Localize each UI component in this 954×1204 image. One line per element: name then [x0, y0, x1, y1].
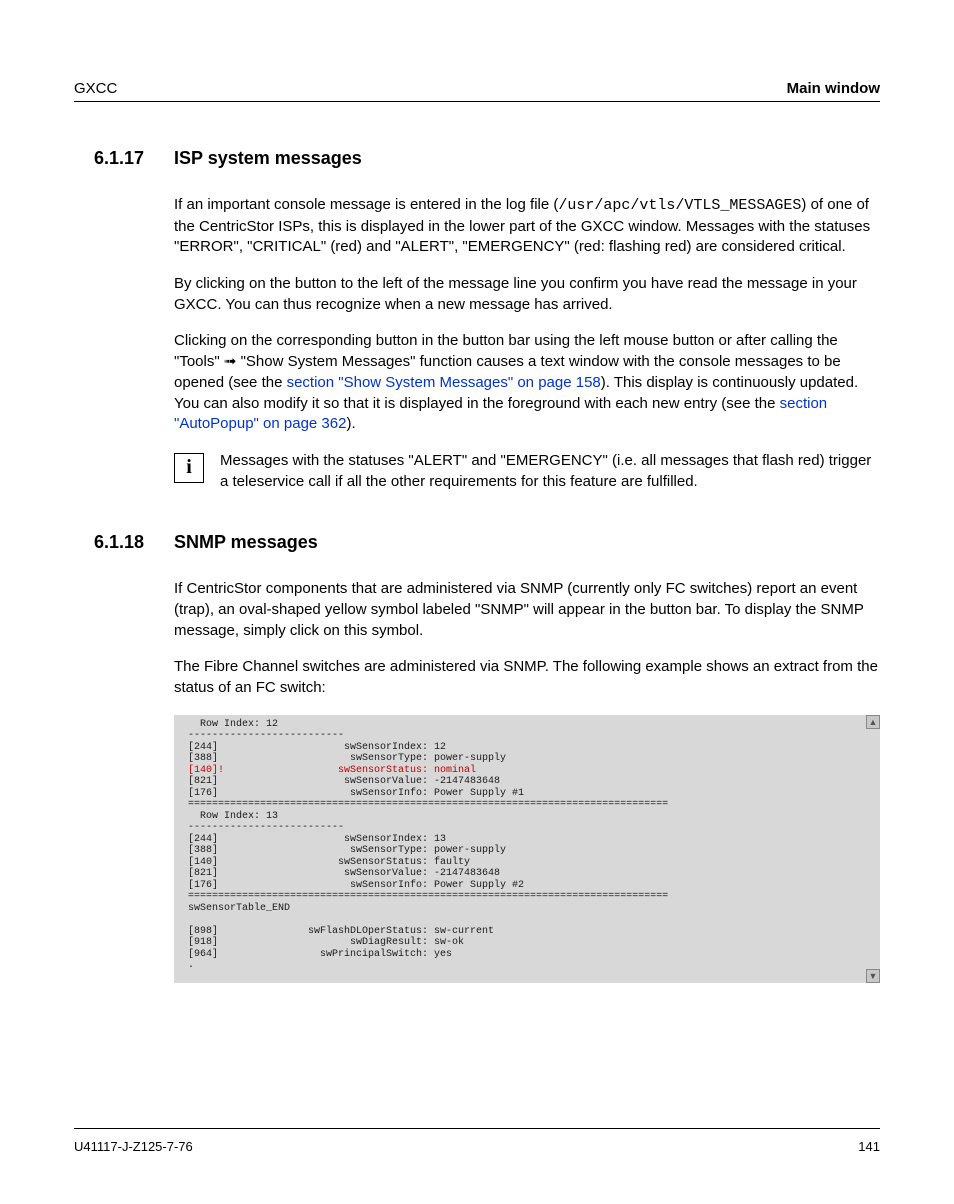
link-show-system-messages[interactable]: section "Show System Messages" on page 1…	[287, 374, 601, 391]
isp-paragraph-1: If an important console message is enter…	[174, 195, 880, 258]
section-number: 6.1.18	[74, 532, 174, 553]
info-text: Messages with the statuses "ALERT" and "…	[220, 451, 880, 492]
info-note: i Messages with the statuses "ALERT" and…	[174, 451, 880, 492]
footer-doc-id: U41117-J-Z125-7-76	[74, 1139, 193, 1154]
isp-paragraph-3: Clicking on the corresponding button in …	[174, 331, 880, 434]
section-title: ISP system messages	[174, 148, 362, 169]
snmp-paragraph-2: The Fibre Channel switches are administe…	[174, 657, 880, 698]
console-output: Row Index: 12 --------------------------…	[174, 715, 880, 983]
console-alert-line: [140]! swSensorStatus: nominal	[182, 765, 476, 776]
info-icon: i	[174, 453, 204, 483]
page-footer: U41117-J-Z125-7-76 141	[74, 1128, 880, 1154]
header-left: GXCC	[74, 80, 117, 97]
log-file-path: /usr/apc/vtls/VTLS_MESSAGES	[558, 197, 801, 214]
section-title: SNMP messages	[174, 532, 318, 553]
snmp-paragraph-1: If CentricStor components that are admin…	[174, 579, 880, 641]
scroll-up-icon[interactable]: ▲	[866, 715, 880, 729]
console-output-container: Row Index: 12 --------------------------…	[174, 715, 880, 983]
header-right: Main window	[787, 80, 880, 97]
section-isp-heading: 6.1.17 ISP system messages	[74, 148, 880, 169]
footer-page-number: 141	[858, 1139, 880, 1154]
section-snmp-heading: 6.1.18 SNMP messages	[74, 532, 880, 553]
scroll-down-icon[interactable]: ▼	[866, 969, 880, 983]
section-snmp-body: If CentricStor components that are admin…	[174, 579, 880, 698]
section-isp-body: If an important console message is enter…	[174, 195, 880, 435]
page-header: GXCC Main window	[74, 80, 880, 102]
section-number: 6.1.17	[74, 148, 174, 169]
isp-paragraph-2: By clicking on the button to the left of…	[174, 274, 880, 315]
